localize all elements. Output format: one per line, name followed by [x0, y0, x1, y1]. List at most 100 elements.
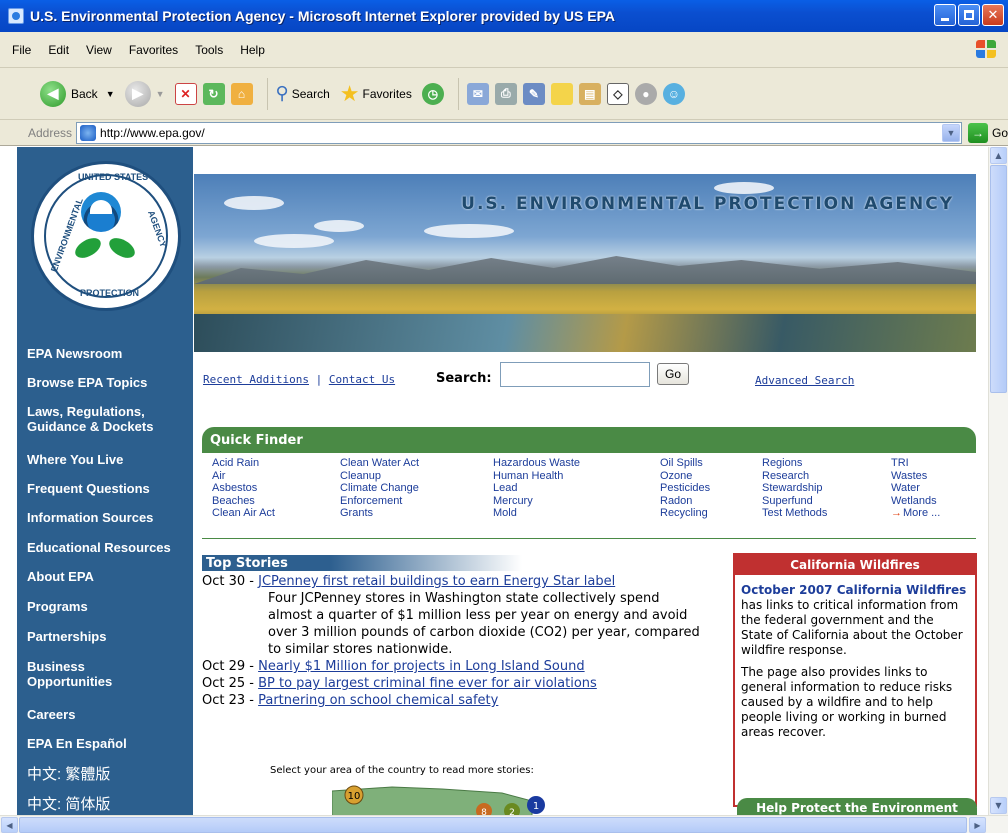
story-link[interactable]: Nearly $1 Million for projects in Long I… — [258, 659, 585, 674]
story-link[interactable]: JCPenney first retail buildings to earn … — [258, 574, 615, 589]
forward-button[interactable]: ▶ ▼ — [124, 80, 165, 107]
minimize-button[interactable] — [934, 4, 956, 26]
quick-finder-link[interactable]: Beaches — [212, 495, 275, 508]
quick-finder-link[interactable]: Hazardous Waste — [493, 457, 580, 470]
title-bar: U.S. Environmental Protection Agency - M… — [0, 0, 1008, 32]
quick-finder-header: Quick Finder — [202, 427, 976, 453]
contacts-icon[interactable]: ☺ — [662, 82, 685, 105]
scroll-thumb[interactable] — [19, 817, 967, 833]
quick-finder-link[interactable]: Mold — [493, 507, 580, 520]
california-wildfires-link[interactable]: October 2007 California Wildfires — [741, 583, 966, 597]
us-regions-map[interactable]: 10 8 2 1 — [332, 781, 552, 815]
nav-information-sources[interactable]: Information Sources — [17, 510, 153, 525]
search-go-button[interactable]: Go — [657, 363, 689, 385]
quick-finder-link[interactable]: TRI — [891, 457, 940, 470]
home-icon[interactable]: ⌂ — [230, 82, 253, 105]
quick-finder-link[interactable]: Water — [891, 482, 940, 495]
quick-finder-link[interactable]: Enforcement — [340, 495, 419, 508]
nav-business-opportunities[interactable]: Business Opportunities — [17, 659, 112, 689]
nav-browse-topics[interactable]: Browse EPA Topics — [17, 375, 147, 390]
research-icon[interactable]: ▤ — [578, 82, 601, 105]
note-icon[interactable] — [550, 82, 573, 105]
search-button[interactable]: ⚲ Search — [276, 83, 330, 104]
scroll-thumb[interactable] — [990, 165, 1007, 393]
story-link[interactable]: BP to pay largest criminal fine ever for… — [258, 676, 597, 691]
scroll-right-icon[interactable]: ▶ — [969, 817, 986, 833]
search-input[interactable] — [500, 362, 650, 387]
top-stories-header: Top Stories — [202, 555, 522, 571]
contact-us-link[interactable]: Contact Us — [329, 373, 395, 386]
quick-finder-link[interactable]: Regions — [762, 457, 827, 470]
close-button[interactable]: ✕ — [982, 4, 1004, 26]
quick-finder-link[interactable]: Lead — [493, 482, 580, 495]
mail-icon[interactable]: ✉ — [466, 82, 489, 105]
refresh-icon[interactable]: ↻ — [202, 82, 225, 105]
nav-where-you-live[interactable]: Where You Live — [17, 452, 123, 467]
address-dropdown-icon[interactable]: ▼ — [941, 123, 960, 142]
address-input[interactable]: http://www.epa.gov/ ▼ — [76, 121, 962, 144]
quick-finder-link[interactable]: Pesticides — [660, 482, 710, 495]
scroll-left-icon[interactable]: ◀ — [1, 817, 18, 833]
quick-finder-link[interactable]: Ozone — [660, 470, 710, 483]
quick-finder-link[interactable]: Research — [762, 470, 827, 483]
nav-laws-regulations[interactable]: Laws, Regulations, Guidance & Dockets — [17, 404, 153, 434]
quick-finder-more-link[interactable]: More ... — [891, 507, 940, 520]
nav-educational-resources[interactable]: Educational Resources — [17, 540, 171, 555]
california-wildfires-box: California Wildfires October 2007 Califo… — [733, 553, 977, 807]
print-icon[interactable]: ⎙ — [494, 82, 517, 105]
menu-file[interactable]: File — [12, 43, 31, 57]
nav-chinese-traditional[interactable]: 中文: 繁體版 — [17, 766, 110, 784]
quick-finder-link[interactable]: Mercury — [493, 495, 580, 508]
messenger-icon[interactable]: ● — [634, 82, 657, 105]
quick-finder-link[interactable]: Grants — [340, 507, 419, 520]
nav-frequent-questions[interactable]: Frequent Questions — [17, 481, 150, 496]
quick-finder-link[interactable]: Cleanup — [340, 470, 419, 483]
nav-epa-newsroom[interactable]: EPA Newsroom — [17, 346, 122, 361]
quick-finder-link[interactable]: Acid Rain — [212, 457, 275, 470]
quick-finder-link[interactable]: Recycling — [660, 507, 710, 520]
advanced-search-link[interactable]: Advanced Search — [755, 374, 854, 387]
recent-additions-link[interactable]: Recent Additions — [203, 373, 309, 386]
quick-finder-link[interactable]: Oil Spills — [660, 457, 710, 470]
stop-icon[interactable]: ✕ — [174, 82, 197, 105]
vertical-scrollbar[interactable]: ▲ ▼ — [988, 147, 1008, 815]
nav-careers[interactable]: Careers — [17, 707, 75, 722]
forward-dropdown-icon[interactable]: ▼ — [156, 89, 165, 99]
nav-partnerships[interactable]: Partnerships — [17, 629, 106, 644]
quick-finder-link[interactable]: Clean Air Act — [212, 507, 275, 520]
nav-programs[interactable]: Programs — [17, 599, 88, 614]
menu-help[interactable]: Help — [240, 43, 265, 57]
nav-en-espanol[interactable]: EPA En Español — [17, 736, 127, 751]
quick-finder-link[interactable]: Wastes — [891, 470, 940, 483]
quick-finder-link[interactable]: Superfund — [762, 495, 827, 508]
menu-view[interactable]: View — [86, 43, 112, 57]
maximize-button[interactable] — [958, 4, 980, 26]
horizontal-scrollbar[interactable]: ◀ ▶ — [0, 815, 1008, 833]
quick-finder-link[interactable]: Clean Water Act — [340, 457, 419, 470]
epa-seal-logo[interactable]: UNITED STATES ENVIRONMENTAL AGENCY PROTE… — [31, 161, 181, 311]
quick-finder-link[interactable]: Stewardship — [762, 482, 827, 495]
history-icon[interactable]: ◷ — [421, 82, 444, 105]
menu-tools[interactable]: Tools — [195, 43, 223, 57]
back-dropdown-icon[interactable]: ▼ — [106, 89, 115, 99]
favorites-button[interactable]: ★ Favorites — [340, 81, 412, 107]
menu-edit[interactable]: Edit — [48, 43, 69, 57]
menu-favorites[interactable]: Favorites — [129, 43, 178, 57]
quick-finder-link[interactable]: Air — [212, 470, 275, 483]
scroll-up-icon[interactable]: ▲ — [990, 147, 1007, 164]
back-button[interactable]: ◀ Back ▼ — [40, 80, 115, 107]
scroll-down-icon[interactable]: ▼ — [990, 797, 1007, 814]
quick-finder-link[interactable]: Human Health — [493, 470, 580, 483]
quick-finder-link[interactable]: Wetlands — [891, 495, 940, 508]
quick-finder-link[interactable]: Test Methods — [762, 507, 827, 520]
story-link[interactable]: Partnering on school chemical safety — [258, 693, 498, 708]
quick-finder-link[interactable]: Climate Change — [340, 482, 419, 495]
favorites-label: Favorites — [362, 86, 412, 101]
nav-chinese-simplified[interactable]: 中文: 简体版 — [17, 796, 110, 814]
edit-icon[interactable]: ✎ — [522, 82, 545, 105]
screen-icon[interactable]: ◇ — [606, 82, 629, 105]
nav-about-epa[interactable]: About EPA — [17, 569, 94, 584]
quick-finder-link[interactable]: Asbestos — [212, 482, 275, 495]
quick-finder-link[interactable]: Radon — [660, 495, 710, 508]
go-button[interactable]: → Go — [967, 122, 1008, 143]
